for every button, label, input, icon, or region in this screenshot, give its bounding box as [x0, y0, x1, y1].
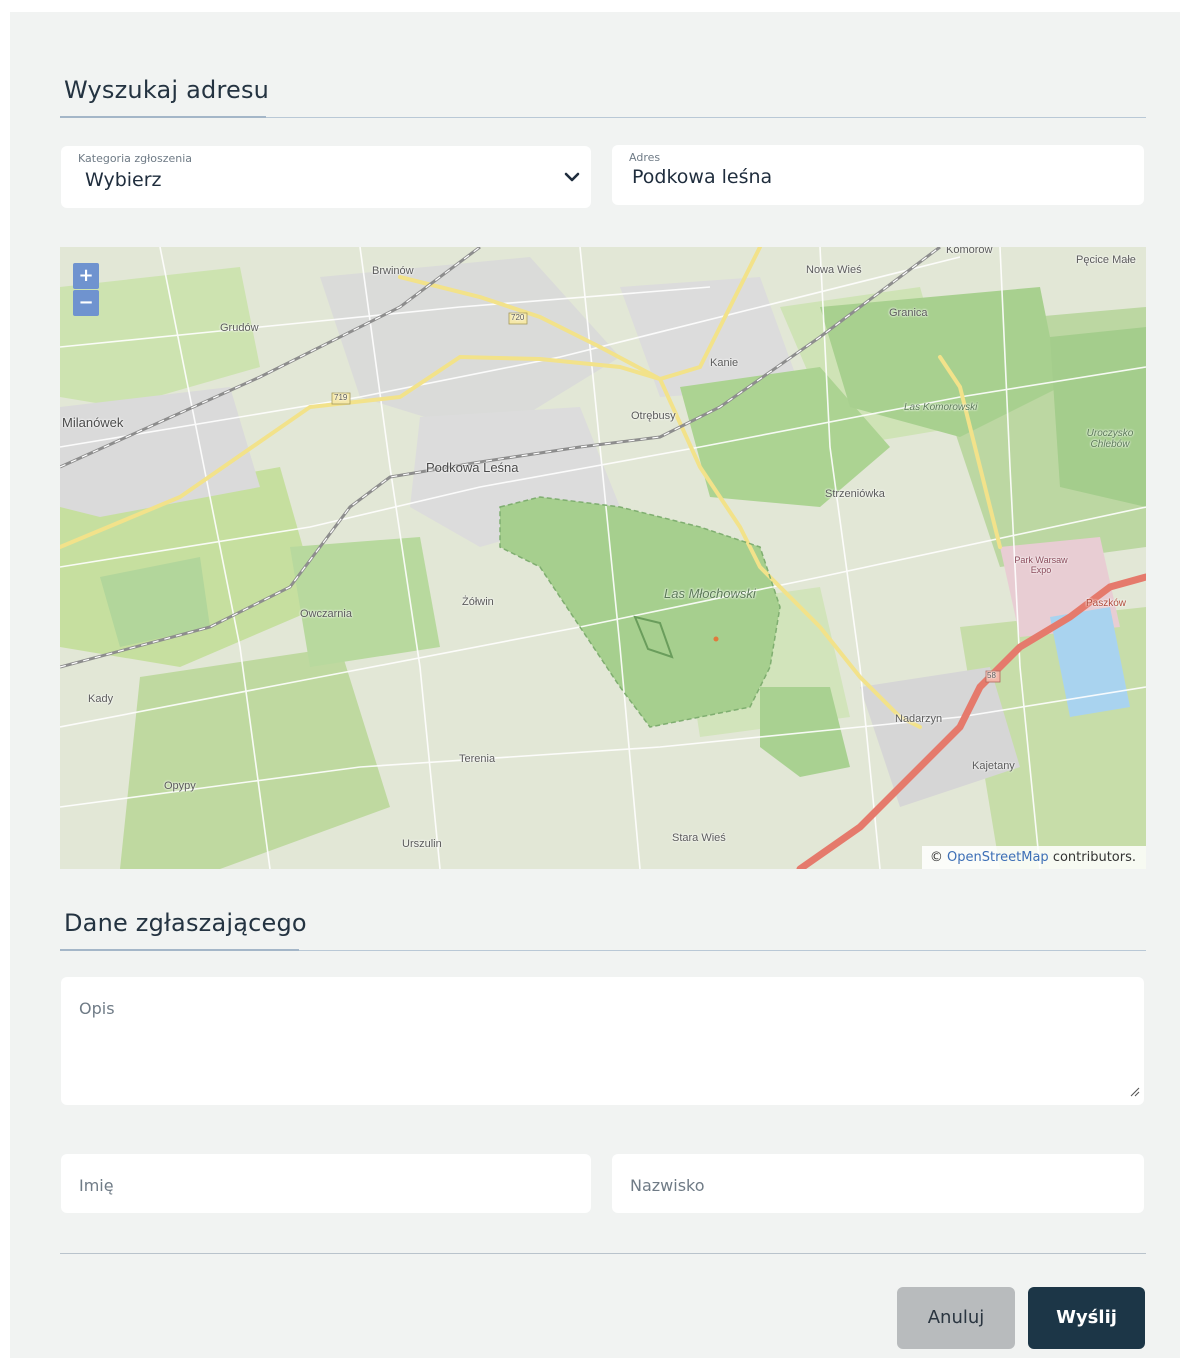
cancel-button[interactable]: Anuluj	[897, 1287, 1015, 1349]
first-name-input[interactable]: Imię	[61, 1154, 591, 1213]
description-textarea[interactable]: Opis	[61, 977, 1144, 1105]
zoom-out-button[interactable]: −	[73, 290, 99, 316]
address-section-underline	[60, 116, 266, 118]
map-label-road-720: 720	[511, 313, 525, 322]
map-label-las-komorowski: Las Komorowski	[904, 402, 978, 413]
map-label-granica: Granica	[889, 307, 928, 319]
map-label-park-expo: Park Warsaw Expo	[1014, 555, 1068, 575]
map-label-road-58: 58	[987, 671, 996, 680]
map-label-las-mlochowski: Las Młochowski	[664, 586, 756, 601]
last-name-input[interactable]: Nazwisko	[612, 1154, 1144, 1213]
first-name-placeholder: Imię	[79, 1176, 114, 1195]
map-label-paszkow: Paszków	[1086, 598, 1127, 609]
map-label-pecice-male: Pęcice Małe	[1076, 254, 1136, 266]
map-label-nadarzyn: Nadarzyn	[895, 713, 943, 725]
category-value: Wybierz	[85, 169, 162, 191]
map-label-stara-wies: Stara Wieś	[672, 832, 726, 844]
address-value: Podkowa leśna	[632, 166, 773, 188]
map-label-komorow: Komorów	[946, 247, 993, 256]
map-label-urszulin: Urszulin	[402, 838, 442, 850]
address-section-title: Wyszukaj adresu	[64, 76, 270, 104]
zoom-in-button[interactable]: +	[73, 263, 99, 289]
map-label-kady: Kady	[88, 693, 114, 705]
openstreetmap-link[interactable]: OpenStreetMap	[947, 850, 1049, 865]
map-label-kajetany: Kajetany	[972, 760, 1015, 772]
map-attribution: © OpenStreetMap contributors.	[921, 846, 1146, 869]
map-label-uroczysko: Uroczysko Chlebów	[1086, 428, 1134, 450]
map-label-terenia: Terenia	[459, 753, 496, 765]
map-tiles	[60, 247, 1146, 869]
actions-divider	[60, 1253, 1146, 1254]
map-label-owczarnia: Owczarnia	[300, 608, 352, 620]
send-button[interactable]: Wyślij	[1028, 1287, 1145, 1349]
map-label-brwinow: Brwinów	[372, 265, 414, 277]
map-label-nowa-wies: Nowa Wieś	[806, 264, 862, 276]
reporter-section-underline	[60, 949, 299, 951]
reporter-section-title: Dane zgłaszającego	[64, 909, 307, 937]
resize-grip-icon[interactable]	[1128, 1082, 1140, 1101]
last-name-placeholder: Nazwisko	[630, 1176, 705, 1195]
description-placeholder: Opis	[79, 999, 115, 1018]
map-label-zolwin: Żółwin	[462, 596, 494, 608]
map-label-milanowek: Milanówek	[62, 415, 124, 430]
category-select[interactable]: Kategoria zgłoszenia Wybierz	[61, 146, 591, 208]
attribution-prefix: ©	[929, 850, 943, 865]
map-label-grudow: Grudów	[220, 322, 259, 334]
map-label-podkowa: Podkowa Leśna	[426, 460, 519, 475]
address-label: Adres	[629, 151, 661, 164]
map-label-kanie: Kanie	[710, 357, 739, 369]
map-label-strzeniowka: Strzeniówka	[825, 488, 885, 500]
map-label-otrebusy: Otrębusy	[631, 410, 676, 422]
category-label: Kategoria zgłoszenia	[78, 152, 193, 165]
chevron-down-icon[interactable]	[563, 168, 581, 190]
address-input[interactable]: Adres Podkowa leśna	[612, 145, 1144, 205]
map-label-road-719: 719	[334, 393, 348, 402]
map-label-opypy: Opypy	[164, 780, 196, 792]
attribution-suffix: contributors.	[1052, 850, 1136, 865]
map[interactable]: Brwinów Grudów Milanówek Podkowa Leśna O…	[60, 247, 1146, 869]
